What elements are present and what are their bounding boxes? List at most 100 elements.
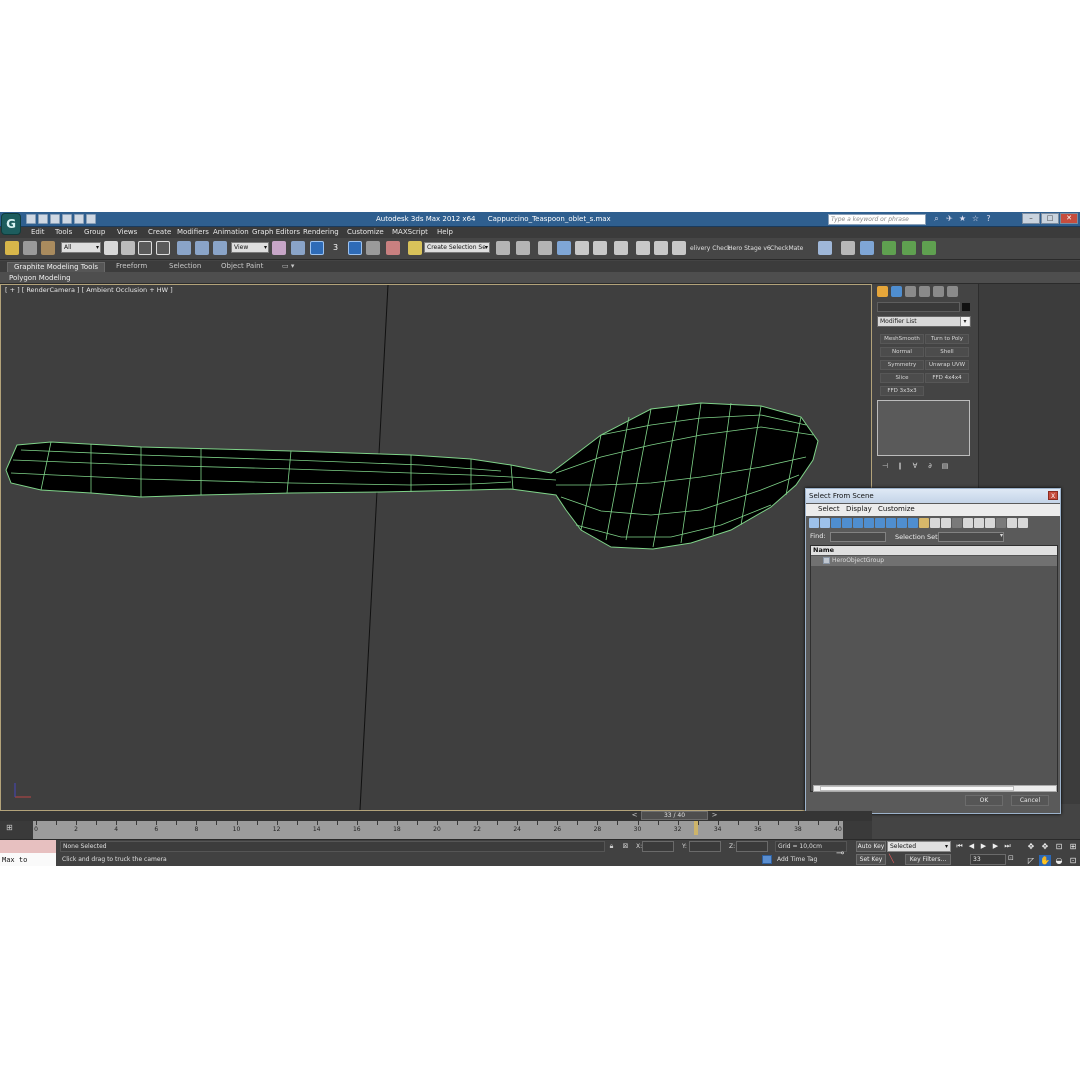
rect-selection-icon[interactable] [138,241,152,255]
dialog-filter-icon[interactable] [941,518,951,528]
project-folder-icon[interactable] [86,214,96,224]
previous-frame-icon[interactable]: ◀ [967,841,976,851]
keyboard-shortcut-toggle-icon[interactable] [310,241,324,255]
name-column-header[interactable]: Name [811,546,1057,555]
zoom-icon[interactable]: ✥ [1025,841,1037,852]
add-time-tag-button[interactable]: Add Time Tag [777,856,817,863]
shell-button[interactable]: Shell [925,347,969,357]
rendered-frame-window-icon[interactable] [654,241,668,255]
menu-modifiers[interactable]: Modifiers [177,228,209,236]
dialog-close-button[interactable]: X [1048,491,1058,500]
x-coord-field[interactable] [642,841,674,852]
zoom-extents-all-icon[interactable]: ⊞ [1067,841,1079,852]
tab-freeform[interactable]: Freeform [110,262,153,272]
next-frame-icon[interactable]: ▶ [991,841,1000,851]
menu-edit[interactable]: Edit [31,228,45,236]
render-production-icon[interactable] [672,241,686,255]
tab-selection[interactable]: Selection [163,262,207,272]
dialog-filter-icon[interactable] [886,518,896,528]
meshsmooth-button[interactable]: MeshSmooth [880,334,924,344]
new-file-icon[interactable] [26,214,36,224]
app-logo-button[interactable]: G [1,213,21,235]
ffd-3x3x3-button[interactable]: FFD 3x3x3 [880,386,924,396]
select-link-icon[interactable] [5,241,19,255]
modifier-list-dropdown[interactable]: Modifier List [877,316,971,327]
set-key-icon[interactable]: ⊸ [836,848,844,859]
time-slider-thumb[interactable]: 33 / 40 [641,811,708,820]
remove-modifier-icon[interactable]: ∂ [925,462,935,471]
unwrap-uvw-button[interactable]: Unwrap UVW [925,360,969,370]
close-icon[interactable]: ✕ [1060,213,1078,224]
maximize-viewport-icon[interactable]: ⊡ [1067,855,1079,866]
dialog-filter-icon[interactable] [864,518,874,528]
viewport-label[interactable]: [ + ] [ RenderCamera ] [ Ambient Occlusi… [5,286,173,294]
delivery-check-button[interactable]: elivery Check [690,245,731,252]
time-tag-icon[interactable] [762,855,772,864]
plugin-tool-3-icon[interactable] [860,241,874,255]
dialog-menu-customize[interactable]: Customize [878,505,915,513]
horizontal-scrollbar[interactable] [813,785,1057,792]
menu-customize[interactable]: Customize [347,228,384,236]
menu-rendering[interactable]: Rendering [303,228,339,236]
modifier-stack[interactable] [877,400,970,456]
go-to-end-icon[interactable]: ⏭ [1003,841,1012,851]
z-coord-field[interactable] [736,841,768,852]
hierarchy-tab-icon[interactable] [905,286,916,297]
material-editor-icon[interactable] [614,241,628,255]
object-name-field[interactable] [877,302,960,312]
select-manipulate-icon[interactable] [291,241,305,255]
polygon-modeling-panel[interactable]: Polygon Modeling [9,274,71,282]
dialog-filter-icon[interactable] [820,518,830,528]
selection-lock-icon[interactable]: 🔒︎ [607,842,616,851]
plugin-tool-1-icon[interactable] [818,241,832,255]
time-configuration-icon[interactable]: ⊡ [1008,854,1017,864]
rotate-icon[interactable] [195,241,209,255]
tab-object-paint[interactable]: Object Paint [215,262,269,272]
dialog-filter-icon[interactable] [952,518,962,528]
menu-graph-editors[interactable]: Graph Editors [252,228,300,236]
named-selection-dropdown[interactable]: Create Selection Se [424,242,490,253]
y-coord-field[interactable] [689,841,721,852]
zoom-extents-icon[interactable]: ⊡ [1053,841,1065,852]
ffd-4x4x4-button[interactable]: FFD 4x4x4 [925,373,969,383]
select-object-icon[interactable] [104,241,118,255]
dialog-filter-icon[interactable] [831,518,841,528]
curve-editor-icon[interactable] [575,241,589,255]
find-input[interactable] [830,532,886,542]
help-icon[interactable]: ? [984,214,993,224]
reference-coordinate-dropdown[interactable]: View [231,242,269,253]
dialog-filter-icon[interactable] [875,518,885,528]
snap-toggle-label[interactable]: 3 [333,243,338,252]
display-tab-icon[interactable] [933,286,944,297]
scale-icon[interactable] [213,241,227,255]
cancel-button[interactable]: Cancel [1011,795,1049,806]
dialog-filter-icon[interactable] [908,518,918,528]
unlink-icon[interactable] [23,241,37,255]
menu-group[interactable]: Group [84,228,105,236]
prev-frame-icon[interactable]: < [630,811,639,820]
dialog-filter-icon[interactable] [842,518,852,528]
current-frame-marker[interactable] [694,821,698,835]
truck-camera-icon[interactable]: ✋ [1039,854,1051,866]
hero-stage-button[interactable]: Hero Stage v6 [728,245,771,252]
subscription-icon[interactable]: ✈ [945,214,954,224]
zoom-all-icon[interactable]: ✥ [1039,841,1051,852]
play-icon[interactable]: ▶ [979,841,988,851]
pivot-center-icon[interactable] [272,241,286,255]
dialog-filter-icon[interactable] [1018,518,1028,528]
dialog-filter-icon[interactable] [853,518,863,528]
plugin-tool-5-icon[interactable] [902,241,916,255]
undo-icon[interactable] [62,214,72,224]
save-file-icon[interactable] [50,214,60,224]
turn-to-poly-button[interactable]: Turn to Poly [925,334,969,344]
align-icon[interactable] [516,241,530,255]
list-item[interactable]: HeroObjectGroup [811,556,1057,566]
go-to-start-icon[interactable]: ⏮ [955,841,964,851]
scrollbar-thumb[interactable] [820,786,1014,791]
maxscript-mini-listener[interactable]: Max to Physc. [0,853,56,866]
utilities-tab-icon[interactable] [947,286,958,297]
favorites-icon[interactable]: ☆ [971,214,980,224]
key-mode-dropdown[interactable]: Selected [887,841,951,852]
track-bar[interactable]: ⊞ 0 2 4 6 8 10 12 14 16 18 20 22 24 26 28 30 32 34 36 38 40 [0,821,872,839]
orbit-camera-icon[interactable]: ◒ [1053,855,1065,866]
